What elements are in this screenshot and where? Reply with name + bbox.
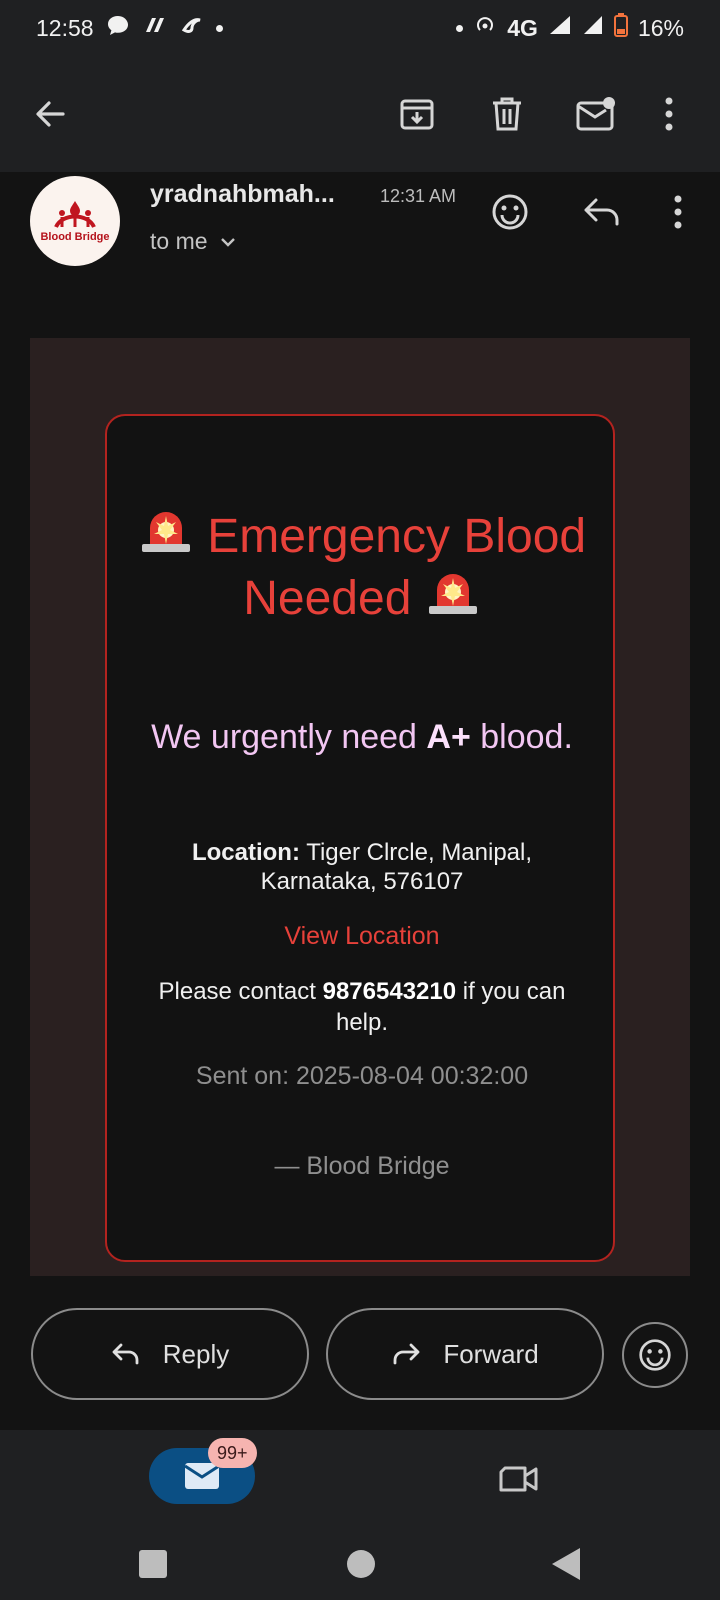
location-value: Tiger Clrcle, Manipal, Karnataka, 576107: [260, 839, 533, 895]
avatar[interactable]: Blood Bridge: [30, 176, 120, 266]
more-notifications-dot: [215, 24, 223, 32]
system-back-button[interactable]: [552, 1548, 580, 1580]
clock: 12:58: [36, 14, 94, 41]
headline-text: Emergency Blood Needed: [207, 510, 587, 625]
more-options-button[interactable]: [641, 86, 697, 142]
email-headline: Emergency Blood Needed: [127, 504, 597, 628]
more-vert-icon: [674, 195, 682, 229]
contact-prefix: Please contact: [158, 978, 323, 1005]
mail-unread-icon: [576, 97, 615, 131]
chat-bubble-icon: [106, 14, 130, 42]
archive-icon: [400, 99, 434, 130]
sender-name[interactable]: yradnahbmah...: [150, 180, 335, 209]
siren-icon: [138, 504, 194, 566]
swirl-notification-icon: [180, 14, 204, 42]
reply-icon: [112, 1343, 139, 1365]
location-text: Location: Tiger Clrcle, Manipal, Karnata…: [147, 838, 577, 896]
system-navigation-bar: [0, 1530, 720, 1600]
email-body: Emergency Blood Needed We urgently need …: [30, 338, 690, 1276]
arrow-back-icon: [36, 101, 65, 127]
back-button[interactable]: [22, 86, 78, 142]
meet-tab[interactable]: [492, 1452, 546, 1506]
react-emoji-button[interactable]: [622, 1322, 688, 1388]
email-time: 12:31 AM: [380, 186, 457, 206]
status-bar: 12:58 4G 16%: [0, 0, 720, 56]
video-camera-icon: [499, 1466, 538, 1492]
top-toolbar: [0, 56, 720, 172]
emoji-icon: [492, 194, 528, 230]
signal-icon-2: [582, 14, 604, 42]
urgent-prefix: We urgently need: [151, 718, 427, 756]
chevron-down-icon: [220, 237, 235, 247]
more-vert-icon: [665, 97, 673, 131]
emoji-icon: [639, 1339, 671, 1371]
recipients-label: to me: [150, 228, 208, 254]
recents-button[interactable]: [139, 1550, 167, 1578]
app-notification-icon: [142, 14, 168, 42]
reply-icon: [584, 198, 619, 226]
bottom-navigation: 99+: [0, 1430, 720, 1530]
reply-label: Reply: [162, 1338, 230, 1369]
contact-phone[interactable]: 9876543210: [323, 978, 456, 1005]
recipients-toggle[interactable]: to me: [150, 228, 236, 255]
emergency-card: Emergency Blood Needed We urgently need …: [105, 414, 615, 1262]
blood-type: A+: [426, 718, 471, 756]
battery-icon: [613, 13, 628, 43]
sender-header: Blood Bridge yradnahbmah... 12:31 AM to …: [0, 172, 720, 332]
network-type: 4G: [507, 14, 538, 41]
siren-icon: [425, 566, 481, 628]
signature: — Blood Bridge: [274, 1152, 450, 1180]
mark-unread-button[interactable]: [568, 86, 624, 142]
forward-label: Forward: [443, 1338, 539, 1369]
forward-icon: [393, 1343, 420, 1365]
urgent-suffix: blood.: [470, 718, 573, 756]
add-reaction-button[interactable]: [484, 186, 536, 238]
archive-button[interactable]: [389, 86, 445, 142]
urgent-message: We urgently need A+ blood.: [147, 716, 577, 758]
trash-icon: [493, 97, 521, 131]
message-more-button[interactable]: [652, 186, 704, 238]
avatar-brand-text: Blood Bridge: [40, 231, 110, 243]
sent-on-text: Sent on: 2025-08-04 00:32:00: [195, 1062, 529, 1090]
location-label: Location:: [191, 839, 300, 866]
unread-count-badge: 99+: [208, 1438, 257, 1468]
view-location-link[interactable]: View Location: [107, 922, 617, 951]
delete-button[interactable]: [479, 86, 535, 142]
reply-button-header[interactable]: [576, 186, 628, 238]
hotspot-icon: [473, 14, 497, 42]
contact-text: Please contact 9876543210 if you can hel…: [147, 976, 577, 1038]
reply-button[interactable]: Reply: [31, 1308, 309, 1400]
signal-icon: [548, 14, 572, 42]
status-dot: [456, 24, 464, 32]
blood-bridge-logo-icon: [54, 201, 96, 229]
forward-button[interactable]: Forward: [326, 1308, 604, 1400]
battery-level: 16%: [637, 14, 684, 41]
home-button[interactable]: [347, 1550, 375, 1578]
